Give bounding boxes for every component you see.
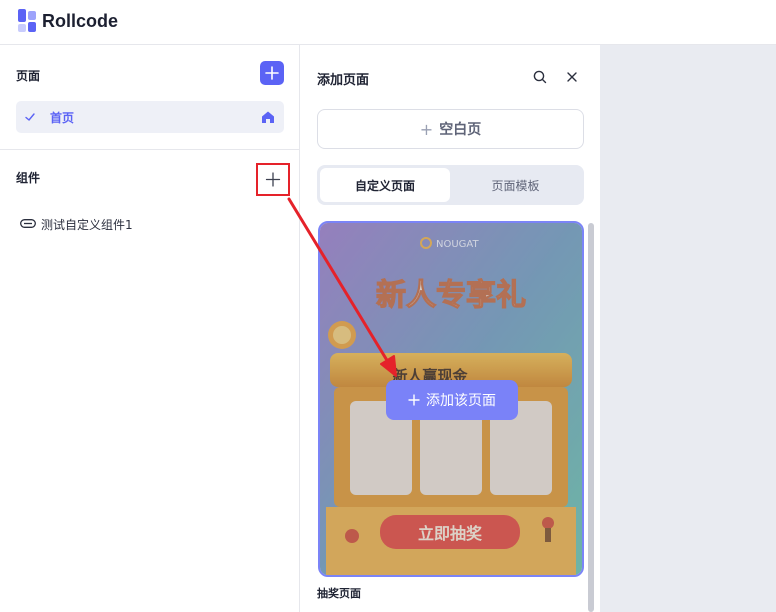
component-item[interactable]: 测试自定义组件1: [20, 215, 220, 233]
scrollbar[interactable]: [588, 223, 594, 612]
home-icon: [262, 111, 274, 123]
add-this-page-button[interactable]: 添加该页面: [386, 380, 518, 420]
search-icon[interactable]: [532, 69, 548, 85]
page-type-tabs: 自定义页面 页面模板: [317, 165, 584, 205]
plus-icon: [265, 172, 281, 187]
app-header: Rollcode: [0, 0, 776, 45]
plus-icon: [265, 66, 279, 80]
left-panel: 页面 首页 组件 测试自定义组件1: [0, 45, 300, 612]
template-card[interactable]: NOUGAT 新人专享礼 新人赢现金 立即抽奖 添加该页面: [318, 221, 584, 577]
component-item-label: 测试自定义组件1: [41, 218, 133, 232]
page-item-label: 首页: [50, 111, 75, 125]
section-divider: [0, 149, 300, 150]
pages-section-title: 页面: [16, 69, 41, 83]
add-component-button[interactable]: [256, 163, 290, 196]
add-this-page-label: 添加该页面: [426, 393, 496, 409]
component-icon: [20, 219, 36, 228]
rollcode-logo-icon: [18, 9, 36, 32]
close-icon[interactable]: [565, 70, 579, 84]
app-name: Rollcode: [42, 11, 119, 31]
plus-icon: [408, 394, 420, 406]
components-section-title: 组件: [16, 171, 41, 185]
blank-page-button[interactable]: + 空白页: [317, 109, 584, 149]
check-icon: [25, 113, 35, 121]
template-card-name: 抽奖页面: [317, 587, 361, 600]
canvas-area: [600, 45, 776, 612]
panel-title: 添加页面: [317, 73, 370, 88]
plus-icon: +: [419, 119, 434, 139]
tab-page-templates[interactable]: 页面模板: [450, 168, 581, 202]
add-page-button[interactable]: [260, 61, 284, 85]
page-item-home[interactable]: 首页: [16, 101, 284, 133]
add-page-panel: 添加页面 + 空白页 自定义页面 页面模板 NOUGAT 新人专享礼 新人赢现金…: [301, 45, 600, 612]
blank-page-label: 空白页: [439, 122, 482, 138]
tab-custom-pages[interactable]: 自定义页面: [320, 168, 450, 202]
